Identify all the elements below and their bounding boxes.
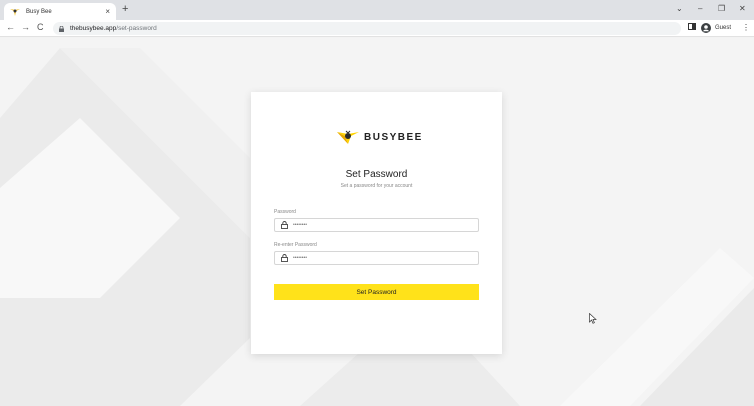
tab-close-icon[interactable]: × — [105, 7, 110, 16]
browser-menu-icon[interactable]: ⋮ — [742, 23, 750, 32]
bee-logo-icon — [337, 130, 359, 144]
lock-icon — [281, 254, 288, 262]
confirm-password-label: Re-enter Password — [274, 242, 317, 248]
back-button[interactable]: ← — [6, 22, 15, 32]
page-background: BUSYBEE Set Password Set a password for … — [0, 38, 754, 406]
confirm-password-field[interactable] — [274, 251, 479, 265]
reload-button[interactable]: C — [37, 22, 44, 32]
password-field[interactable] — [274, 218, 479, 232]
set-password-card: BUSYBEE Set Password Set a password for … — [251, 92, 502, 354]
url-host: thebusybee.app — [70, 25, 117, 32]
lock-icon — [281, 221, 288, 229]
tab-title: Busy Bee — [26, 8, 52, 15]
close-window-button[interactable]: ✕ — [739, 4, 746, 13]
busybee-favicon-icon — [10, 8, 20, 16]
busybee-logo: BUSYBEE — [337, 130, 423, 144]
side-panel-icon[interactable] — [688, 23, 696, 30]
password-label: Password — [274, 209, 296, 215]
profile-button[interactable]: Guest — [701, 23, 731, 33]
forward-button[interactable]: → — [21, 22, 30, 32]
avatar-icon — [701, 23, 711, 33]
browser-toolbar: ← → C thebusybee.app/set-password Guest … — [0, 20, 754, 37]
tab-strip: Busy Bee × + ⌄ – ❐ ✕ — [0, 0, 754, 20]
password-input[interactable] — [293, 222, 473, 228]
restore-button[interactable]: ❐ — [718, 4, 725, 13]
page-subtitle: Set a password for your account — [340, 183, 413, 189]
address-bar[interactable]: thebusybee.app/set-password — [53, 22, 681, 35]
page-title: Set Password — [345, 169, 408, 180]
url-path: /set-password — [116, 25, 157, 32]
minimize-button[interactable]: – — [698, 4, 702, 13]
new-tab-button[interactable]: + — [122, 3, 128, 15]
confirm-password-input[interactable] — [293, 255, 473, 261]
lock-icon — [59, 25, 64, 32]
set-password-button[interactable]: Set Password — [274, 284, 479, 300]
profile-label: Guest — [715, 25, 732, 31]
brand-name: BUSYBEE — [364, 131, 423, 143]
tab-list-icon[interactable]: ⌄ — [676, 4, 683, 13]
browser-tab[interactable]: Busy Bee × — [4, 3, 116, 20]
mouse-cursor-icon — [589, 313, 597, 324]
